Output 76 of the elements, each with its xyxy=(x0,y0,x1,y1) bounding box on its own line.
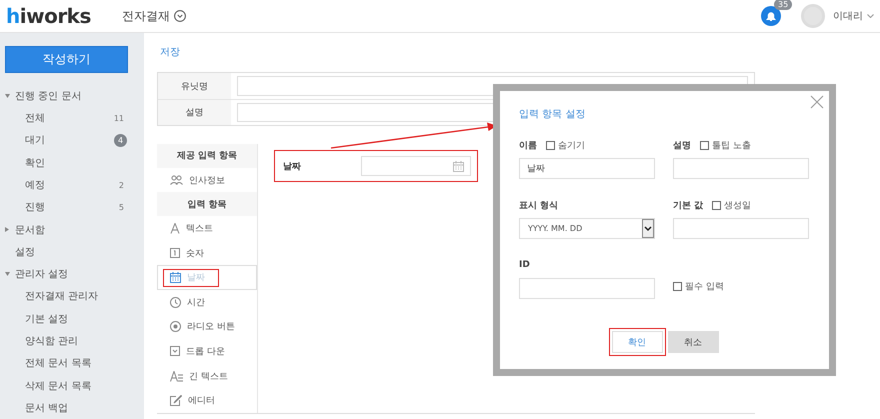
palette-item[interactable]: 에디터 xyxy=(157,388,257,413)
calendar-icon xyxy=(170,272,181,284)
date-field-preview: 날짜 xyxy=(274,150,478,182)
sidebar-item[interactable]: 전자결재 관리자 xyxy=(25,289,98,304)
checkbox[interactable]: 필수 입력 xyxy=(673,280,724,293)
chevron-down-icon xyxy=(644,226,652,232)
sidebar-section[interactable]: 진행 중인 문서 xyxy=(15,88,82,103)
chevron-down-icon xyxy=(867,14,874,18)
description-input[interactable] xyxy=(673,158,809,179)
people-icon xyxy=(170,175,183,186)
checkbox[interactable]: 생성일 xyxy=(712,198,752,212)
name-input[interactable]: 날짜 xyxy=(519,158,655,179)
cancel-button[interactable]: 취소 xyxy=(668,331,718,353)
sidebar-item[interactable]: 문서 백업 xyxy=(25,400,68,415)
field-label: 유닛명 xyxy=(158,73,231,99)
sidebar-section[interactable]: 설정 xyxy=(15,244,35,259)
palette-item[interactable]: 숫자 xyxy=(157,240,257,266)
checkbox[interactable]: 숨기기 xyxy=(546,138,585,152)
field-label: 설명 xyxy=(158,100,231,125)
item-count: 5 xyxy=(118,202,124,212)
field-label: ID xyxy=(519,260,530,270)
palette-item[interactable]: 텍스트 xyxy=(157,216,257,241)
notification-count: 35 xyxy=(774,0,792,10)
sidebar-item[interactable]: 확인 xyxy=(25,156,45,170)
field-label: 이름 xyxy=(519,140,537,152)
chevron-down-icon xyxy=(174,10,186,22)
app-menu[interactable]: 전자결재 xyxy=(122,8,186,24)
dropdown-icon xyxy=(170,346,180,356)
close-button[interactable] xyxy=(810,95,824,109)
count-badge: 4 xyxy=(114,134,127,147)
item-count: 11 xyxy=(114,114,124,123)
pencil-icon xyxy=(170,395,182,406)
clock-icon xyxy=(170,296,181,308)
checkbox[interactable]: 툴팁 노출 xyxy=(700,138,751,152)
caret-right-icon[interactable] xyxy=(5,227,9,232)
dialog-title: 입력 항목 설정 xyxy=(519,108,586,121)
bell-button[interactable] xyxy=(761,6,781,26)
user-menu[interactable]: 이대리 xyxy=(833,9,863,23)
id-input[interactable] xyxy=(519,278,655,299)
caret-down-icon[interactable] xyxy=(5,272,10,276)
palette-item[interactable]: 시간 xyxy=(157,290,257,315)
format-select[interactable]: YYYY. MM. DD xyxy=(519,218,655,239)
palette-item[interactable]: 인사정보 xyxy=(157,168,257,192)
caret-down-icon[interactable] xyxy=(5,94,10,98)
radio-icon xyxy=(170,321,181,332)
field-label: 기본 값 xyxy=(673,200,704,212)
long-text-icon xyxy=(170,370,183,382)
sidebar-item[interactable]: 전체 xyxy=(25,111,45,126)
default-value-input[interactable] xyxy=(673,218,809,239)
compose-button[interactable]: 작성하기 xyxy=(5,46,128,73)
avatar[interactable] xyxy=(801,4,825,28)
sidebar-item[interactable]: 예정 xyxy=(25,178,45,192)
date-input[interactable] xyxy=(361,156,471,176)
calendar-icon xyxy=(453,160,464,172)
sidebar-item[interactable]: 대기 xyxy=(25,133,45,148)
field-label: 설명 xyxy=(673,140,691,152)
palette-item[interactable]: 긴 텍스트 xyxy=(157,364,257,388)
item-count: 2 xyxy=(118,180,124,190)
logo: hiworks xyxy=(6,4,92,28)
letter-icon xyxy=(170,222,180,234)
palette-item[interactable]: 드롭 다운 xyxy=(157,339,257,364)
sidebar-item[interactable]: 진행 xyxy=(25,200,45,214)
sidebar-item[interactable]: 전체 문서 목록 xyxy=(25,356,92,370)
sidebar-section[interactable]: 문서함 xyxy=(15,222,45,237)
sidebar-item[interactable]: 양식함 관리 xyxy=(25,334,78,348)
palette-item[interactable]: 라디오 버튼 xyxy=(157,314,257,340)
field-label: 표시 형식 xyxy=(519,200,558,212)
sidebar-section[interactable]: 관리자 설정 xyxy=(15,267,68,282)
palette-header: 제공 입력 항목 xyxy=(157,144,257,168)
sidebar-item[interactable]: 삭제 문서 목록 xyxy=(25,378,92,393)
sidebar-item[interactable]: 기본 설정 xyxy=(25,312,68,326)
save-link[interactable]: 저장 xyxy=(160,45,880,61)
bell-icon xyxy=(766,10,776,22)
palette-header: 입력 항목 xyxy=(157,192,257,216)
confirm-button[interactable]: 확인 xyxy=(608,328,666,356)
number-icon xyxy=(170,248,180,258)
